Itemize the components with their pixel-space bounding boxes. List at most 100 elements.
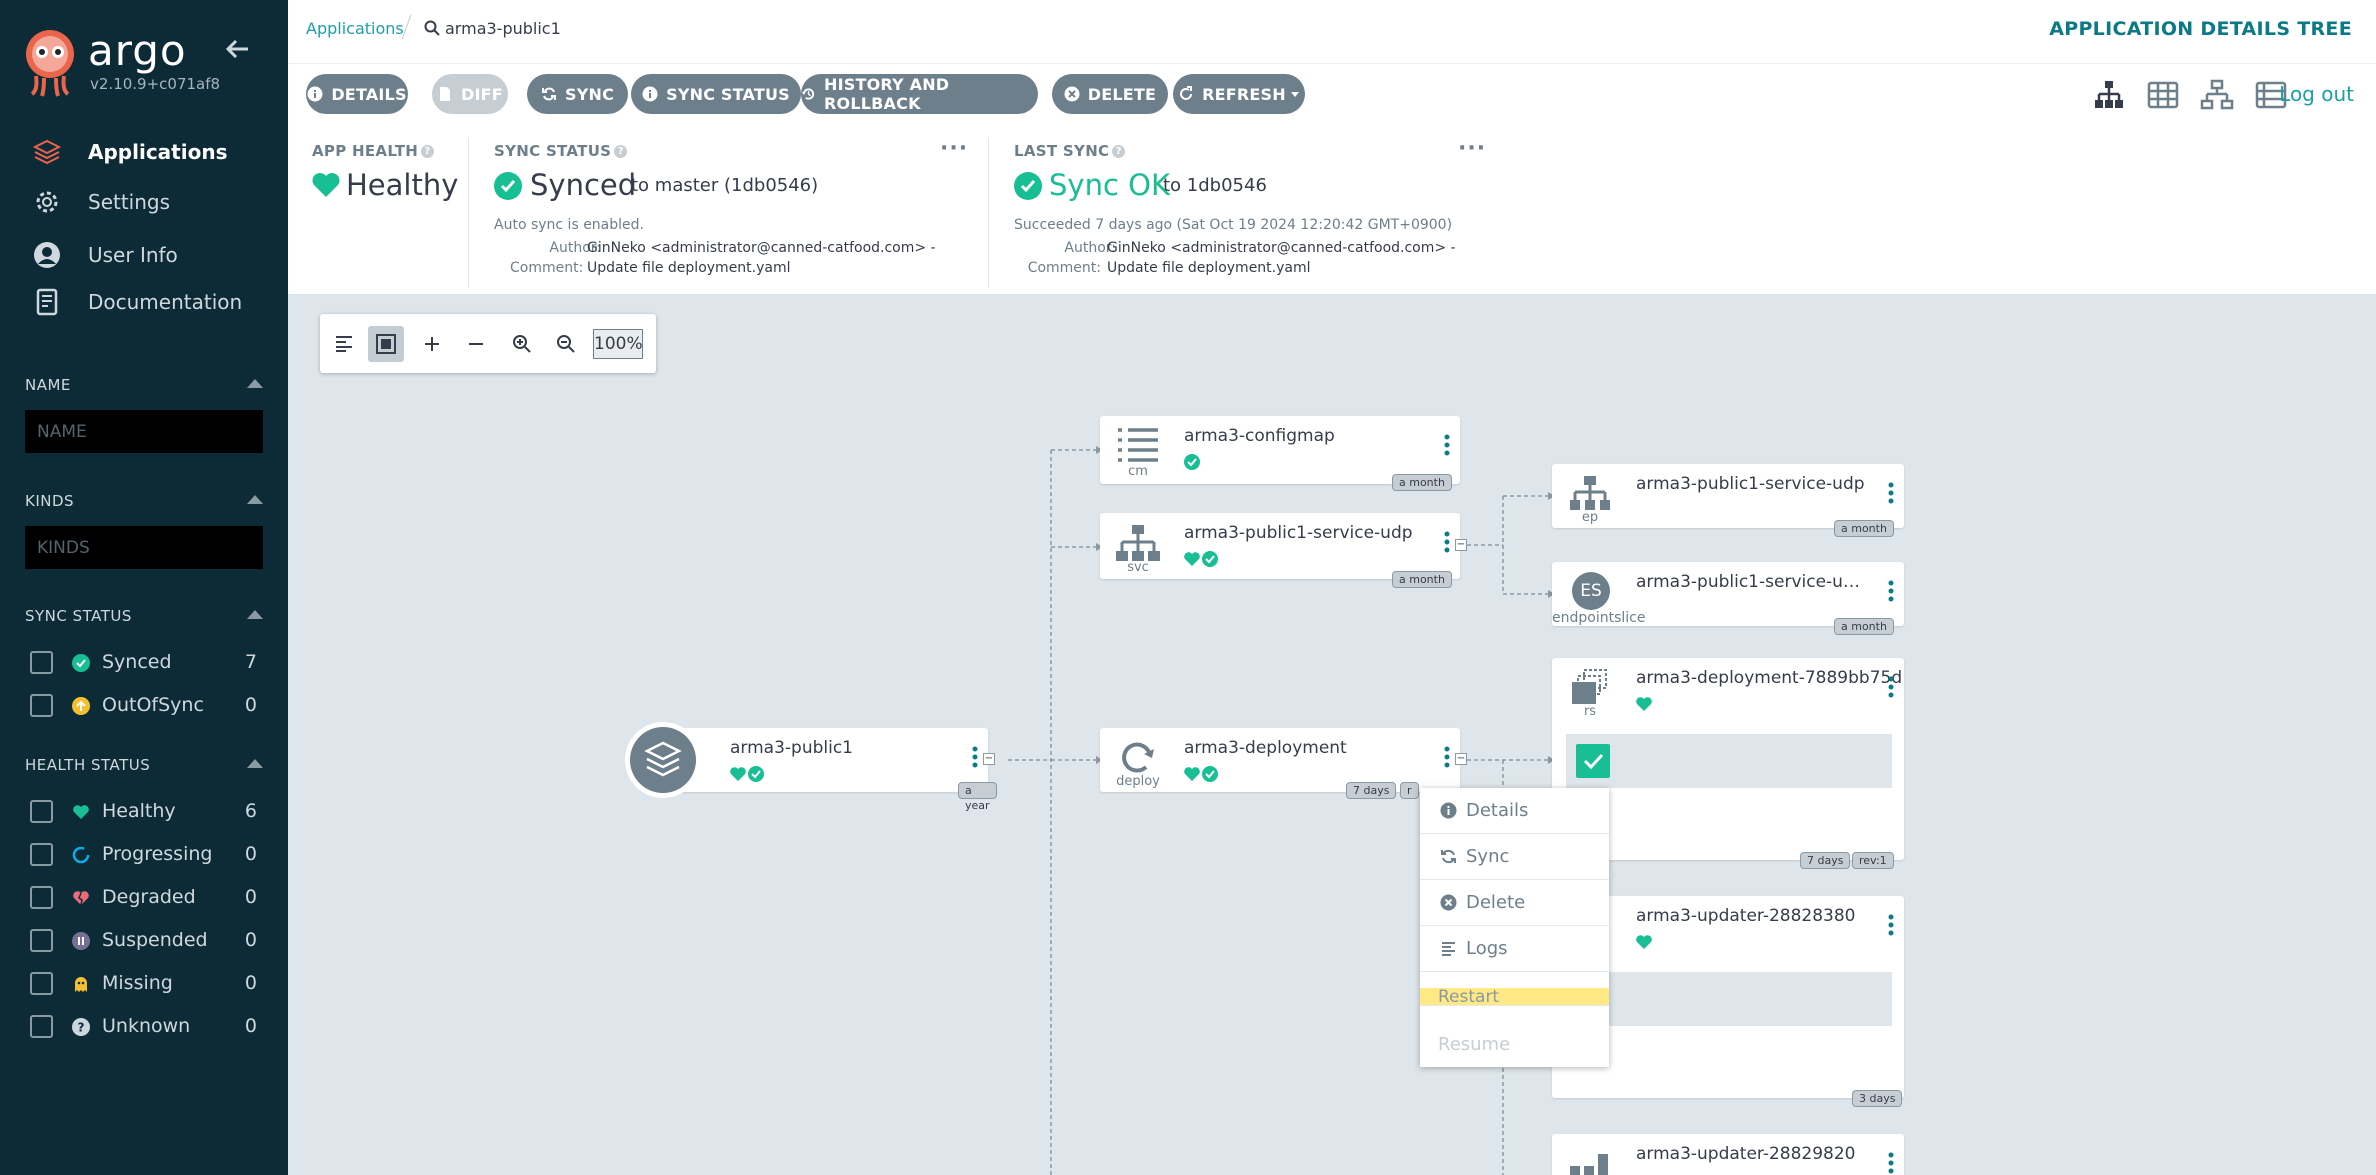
filter-synced[interactable]: Synced 7 (30, 647, 260, 677)
help-icon[interactable]: ? (1112, 145, 1126, 158)
info-icon (307, 86, 323, 102)
node-name: arma3-public1-service-udp (1184, 523, 1413, 543)
menu-resume[interactable]: Resume (1420, 1021, 1609, 1067)
configmap-icon (1118, 428, 1158, 462)
kinds-filter-header[interactable]: KINDS (25, 492, 263, 510)
node-context-menu: Details Sync Delete Logs Restart Resume (1420, 788, 1609, 1067)
node-kind: cm (1128, 464, 1148, 479)
logout-link[interactable]: Log out (2279, 82, 2354, 106)
delete-button[interactable]: DELETE (1052, 74, 1168, 114)
node-menu-icon[interactable] (1888, 1152, 1894, 1174)
comment-label: Comment: (510, 260, 584, 276)
tree-view-icon[interactable] (2092, 78, 2126, 112)
breadcrumb-applications[interactable]: Applications (306, 19, 404, 38)
service-icon (1116, 525, 1160, 561)
name-filter-header[interactable]: NAME (25, 376, 263, 394)
filter-label: Progressing (102, 843, 213, 865)
pause-icon (72, 932, 90, 950)
file-icon (440, 87, 451, 101)
nav-documentation[interactable]: Documentation (0, 280, 288, 324)
nav-label: Applications (88, 140, 228, 164)
node-menu-icon[interactable] (1444, 531, 1450, 553)
resource-tree-canvas[interactable]: 100% arma3-public1 a year − cm arma3-con… (288, 296, 2376, 1175)
filter-count: 0 (244, 886, 257, 908)
nav-user-info[interactable]: User Info (0, 233, 288, 277)
menu-details[interactable]: Details (1420, 788, 1609, 834)
last-sync-more-icon[interactable]: ··· (1458, 136, 1486, 161)
menu-delete[interactable]: Delete (1420, 880, 1609, 926)
filter-label: Healthy (102, 800, 176, 822)
sync-status-filter-header[interactable]: SYNC STATUS (25, 607, 263, 625)
job-node[interactable]: arma3-updater-28829820 (1552, 1134, 1904, 1175)
page-title: APPLICATION DETAILS TREE (2049, 18, 2352, 40)
node-menu-icon[interactable] (1444, 746, 1450, 768)
collapse-toggle[interactable]: − (983, 753, 995, 765)
pod-check-icon[interactable] (1576, 744, 1610, 778)
filter-unknown[interactable]: ? Unknown 0 (30, 1011, 260, 1041)
kinds-filter-input[interactable] (25, 526, 263, 569)
node-menu-icon[interactable] (972, 746, 978, 768)
menu-logs[interactable]: Logs (1420, 926, 1609, 972)
health-status-filter-header[interactable]: HEALTH STATUS (25, 756, 263, 774)
last-sync-succeeded: Succeeded 7 days ago (Sat Oct 19 2024 12… (1014, 217, 1453, 233)
divider (468, 138, 469, 288)
sync-icon (541, 87, 556, 101)
node-menu-icon[interactable] (1888, 676, 1894, 698)
node-status (1184, 766, 1218, 782)
filter-missing[interactable]: Missing 0 (30, 968, 260, 998)
collapse-toggle[interactable]: − (1455, 539, 1467, 551)
menu-sync[interactable]: Sync (1420, 834, 1609, 880)
checkbox[interactable] (30, 843, 53, 866)
deployment-node[interactable]: deploy arma3-deployment 7 days r − (1100, 728, 1467, 799)
menu-restart[interactable]: Restart (1420, 987, 1609, 1007)
filter-degraded[interactable]: Degraded 0 (30, 882, 260, 912)
checkbox[interactable] (30, 929, 53, 952)
node-menu-icon[interactable] (1888, 580, 1894, 602)
checkbox[interactable] (30, 886, 53, 909)
age-badge: 3 days (1852, 1090, 1903, 1107)
filter-count: 0 (244, 843, 257, 865)
history-rollback-button[interactable]: HISTORY AND ROLLBACK (801, 74, 1038, 114)
ghost-icon (75, 977, 87, 992)
checkbox[interactable] (30, 800, 53, 823)
checkbox[interactable] (30, 651, 53, 674)
sync-status-more-icon[interactable]: ··· (940, 136, 968, 161)
nav-label: Settings (88, 190, 171, 214)
menu-label: Sync (1466, 846, 1510, 867)
close-circle-icon (1440, 894, 1457, 911)
collapse-toggle[interactable]: − (1455, 753, 1467, 765)
sync-status-button[interactable]: SYNC STATUS (631, 74, 801, 114)
endpointslice-node[interactable]: ES endpointslice arma3-public1-service-u… (1552, 562, 1904, 635)
sync-button[interactable]: SYNC (527, 74, 628, 114)
heart-icon (73, 805, 89, 819)
sync-ok-check-icon (1014, 172, 1042, 200)
node-menu-icon[interactable] (1888, 914, 1894, 936)
checkbox[interactable] (30, 1015, 53, 1038)
nav-applications[interactable]: Applications (0, 130, 288, 174)
nav-settings[interactable]: Settings (0, 180, 288, 224)
collapse-triangle-icon (247, 379, 263, 388)
diff-button[interactable]: DIFF (432, 74, 508, 114)
node-menu-icon[interactable] (1888, 482, 1894, 504)
service-node[interactable]: svc arma3-public1-service-udp a month − (1100, 513, 1467, 588)
node-menu-icon[interactable] (1444, 434, 1450, 456)
filter-progressing[interactable]: Progressing 0 (30, 839, 260, 869)
endpoint-node[interactable]: ep arma3-public1-service-udp a month (1552, 464, 1904, 537)
filter-healthy[interactable]: Healthy 6 (30, 796, 260, 826)
pods-area (1566, 972, 1892, 1026)
checkbox[interactable] (30, 694, 53, 717)
details-button[interactable]: DETAILS (306, 74, 408, 114)
collapse-arrow-icon[interactable] (222, 34, 252, 64)
help-icon[interactable]: ? (614, 145, 628, 158)
network-view-icon[interactable] (2200, 78, 2234, 112)
configmap-node[interactable]: cm arma3-configmap a month (1100, 416, 1460, 491)
sync-author: GinNeko <administrator@canned-catfood.co… (587, 240, 936, 256)
pods-view-icon[interactable] (2146, 78, 2180, 112)
filter-suspended[interactable]: Suspended 0 (30, 925, 260, 955)
checkbox[interactable] (30, 972, 53, 995)
filter-outofsync[interactable]: OutOfSync 0 (30, 690, 260, 720)
refresh-button[interactable]: REFRESH (1173, 74, 1305, 114)
filter-count: 0 (244, 1015, 257, 1037)
help-icon[interactable]: ? (421, 145, 435, 158)
name-filter-input[interactable] (25, 410, 263, 453)
